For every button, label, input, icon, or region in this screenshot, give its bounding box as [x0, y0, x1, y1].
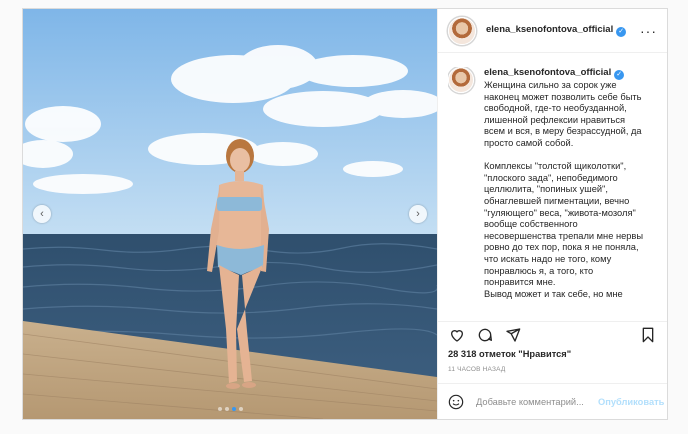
post-photo[interactable]: ‹ ›	[23, 9, 437, 419]
post-header: elena_ksenofontova_official ✓ ···	[438, 9, 667, 53]
more-horizontal-icon[interactable]: ···	[640, 23, 657, 39]
carousel-prev-button[interactable]: ‹	[33, 205, 51, 223]
caption-line: просто самой собой.	[484, 137, 574, 148]
save-button[interactable]	[639, 326, 657, 344]
like-button[interactable]	[448, 326, 466, 344]
verified-icon: ✓	[614, 70, 625, 80]
instagram-post: ‹ › elena_ksenofontova_official ✓ ··· ele…	[22, 8, 668, 420]
caption-line: Вывод может и так себе, но мне	[484, 288, 623, 299]
caption-line: ровно до тех пор, пока я не поняла,	[484, 242, 639, 253]
caption-line: целлюлита, "попиных ушей",	[484, 184, 608, 195]
caption-line: понравится мне.	[484, 277, 556, 288]
action-bar	[438, 321, 667, 347]
carousel-dot-active	[231, 407, 236, 411]
carousel-dot	[238, 407, 243, 411]
comment-bar: Опубликовать	[438, 383, 667, 419]
caption-area: elena_ksenofontova_official ✓ Женщина сил…	[448, 67, 659, 317]
caption-line: что искать надо не того, кому	[484, 253, 612, 264]
post-timestamp[interactable]: 11 ЧАСОВ НАЗАД	[448, 366, 505, 373]
caption-line: "плоского зада", непобедимого	[484, 172, 618, 183]
caption-line: Женщина сильно за сорок уже	[484, 80, 617, 90]
avatar[interactable]	[448, 16, 476, 45]
caption-line: всем и вся, в меру безрассудной, да	[484, 126, 642, 137]
caption-line: вообще собственного	[484, 219, 578, 230]
caption-line: несовершенства трепали мне нервы	[484, 230, 644, 241]
author-username[interactable]: elena_ksenofontova_official ✓	[486, 24, 627, 37]
emoji-icon	[448, 394, 464, 409]
comment-icon	[478, 328, 492, 341]
caption-line: обнаглевшей пигментации, вечно	[484, 195, 630, 206]
chevron-left-icon: ‹	[40, 207, 44, 220]
caption-line: свободной, где-то необузданной,	[484, 103, 627, 114]
post-sidebar: elena_ksenofontova_official ✓ ··· elena_k…	[437, 9, 667, 419]
emoji-button[interactable]	[448, 394, 464, 410]
likes-count[interactable]: 28 318 отметок "Нравится"	[448, 349, 571, 359]
caption-line: "гуляющего" веса, "живота-мозоля"	[484, 207, 636, 218]
chevron-right-icon: ›	[416, 207, 420, 220]
comment-button[interactable]	[476, 326, 494, 344]
caption-username-text[interactable]: elena_ksenofontova_official	[484, 67, 611, 78]
carousel-dot	[217, 407, 222, 411]
caption-line: понравлюсь я, а того, кто	[484, 265, 594, 276]
caption-line: Комплексы "толстой щиколотки",	[484, 161, 627, 172]
carousel-next-button[interactable]: ›	[409, 205, 427, 223]
share-button[interactable]	[504, 326, 522, 344]
comment-input[interactable]	[474, 395, 598, 408]
caption-line: лишенной рефлексии нравиться	[484, 114, 626, 125]
heart-icon	[450, 329, 464, 342]
caption-body: elena_ksenofontova_official ✓ Женщина сил…	[484, 67, 643, 300]
carousel-dot	[224, 407, 229, 411]
publish-button[interactable]: Опубликовать	[598, 397, 664, 407]
photo-scene	[23, 9, 437, 419]
verified-icon: ✓	[616, 27, 627, 37]
caption-line: наконец может позволить себе быть	[484, 91, 642, 102]
caption-username[interactable]: elena_ksenofontova_official ✓	[484, 67, 625, 80]
carousel-indicator	[23, 407, 437, 411]
bookmark-icon	[642, 327, 654, 342]
caption-avatar[interactable]	[448, 67, 474, 93]
share-icon	[506, 327, 521, 342]
username-text[interactable]: elena_ksenofontova_official	[486, 24, 613, 35]
caption-row: elena_ksenofontova_official ✓ Женщина сил…	[448, 67, 659, 300]
